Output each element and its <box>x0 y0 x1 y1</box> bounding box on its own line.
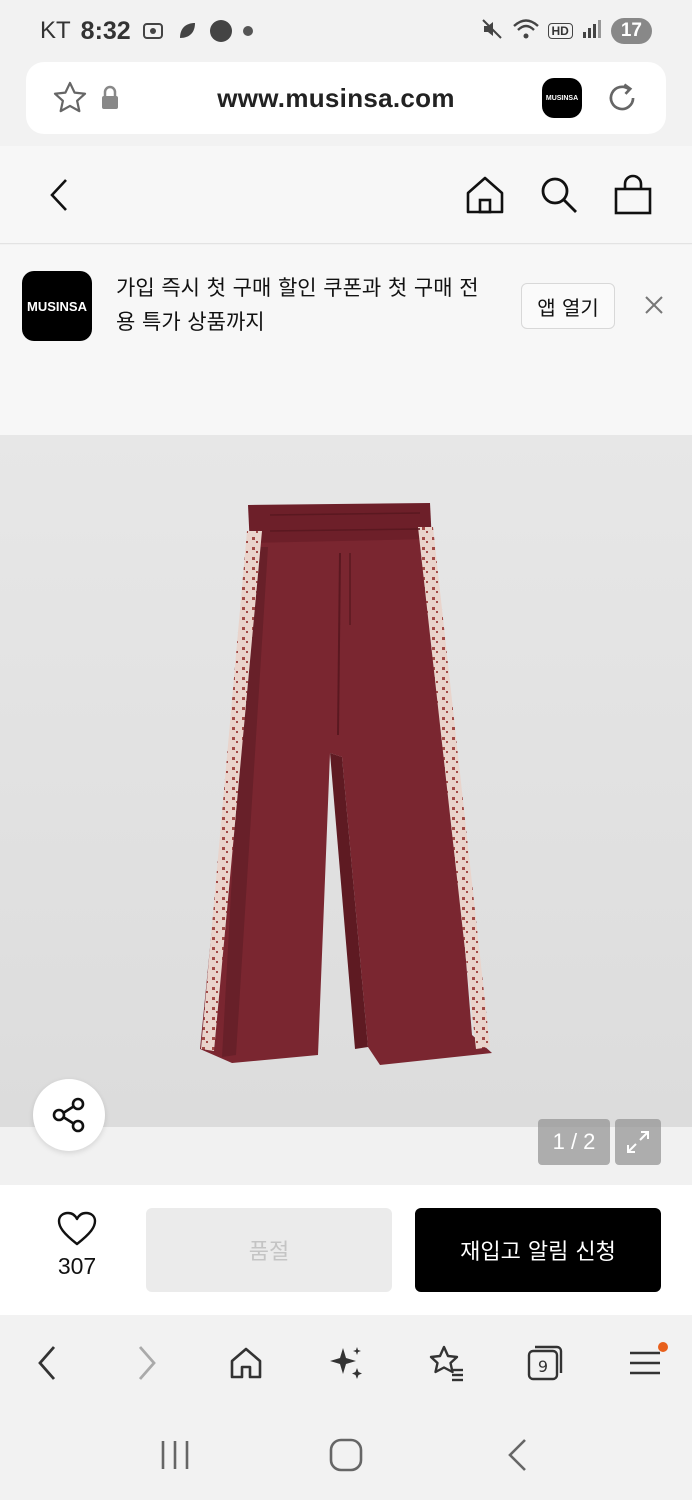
system-back-icon[interactable] <box>492 1430 542 1480</box>
home-icon[interactable] <box>464 174 506 216</box>
expand-icon <box>627 1131 649 1153</box>
site-badge[interactable]: MUSINSA <box>542 78 582 118</box>
reload-icon[interactable] <box>602 78 642 118</box>
like-count: 307 <box>57 1253 97 1279</box>
tabs-icon[interactable]: 9 <box>520 1338 570 1388</box>
browser-back-icon[interactable] <box>22 1338 72 1388</box>
recent-apps-icon[interactable] <box>150 1430 200 1480</box>
system-home-icon[interactable] <box>321 1430 371 1480</box>
hd-icon: HD <box>547 23 573 39</box>
ai-sparkle-icon[interactable] <box>321 1338 371 1388</box>
status-right: HD 17 <box>480 17 652 45</box>
battery-indicator: 17 <box>610 18 652 44</box>
carrier-label: KT <box>40 17 71 44</box>
mute-icon <box>480 17 504 45</box>
image-page-indicator: 1 / 2 <box>538 1119 610 1165</box>
status-left: KT 8:32 <box>40 17 253 46</box>
soldout-button: 품절 <box>146 1208 392 1292</box>
leaf-icon <box>175 19 199 43</box>
more-notifications-dot <box>242 26 253 36</box>
svg-text:9: 9 <box>538 1357 548 1376</box>
open-app-button[interactable]: 앱 열기 <box>521 283 615 329</box>
bookmarks-icon[interactable] <box>421 1338 471 1388</box>
clock: 8:32 <box>80 16 131 45</box>
search-icon[interactable] <box>538 174 580 216</box>
back-icon[interactable] <box>38 174 80 216</box>
browser-home-icon[interactable] <box>221 1338 271 1388</box>
app-install-banner: MUSINSA 가입 즉시 첫 구매 할인 쿠폰과 첫 구매 전용 특가 상품까… <box>0 245 692 435</box>
url-text[interactable]: www.musinsa.com <box>130 83 542 114</box>
app-logo: MUSINSA <box>22 271 92 341</box>
browser-toolbar: 9 <box>0 1315 692 1410</box>
wifi-icon <box>512 17 540 45</box>
system-navigation-bar <box>0 1410 692 1500</box>
screenshot-icon <box>141 19 165 43</box>
bookmark-star-icon[interactable] <box>50 78 90 118</box>
purchase-bar: 307 품절 재입고 알림 신청 <box>0 1185 692 1315</box>
share-button[interactable] <box>33 1079 105 1151</box>
banner-text: 가입 즉시 첫 구매 할인 쿠폰과 첫 구매 전용 특가 상품까지 <box>116 276 479 334</box>
restock-alert-button[interactable]: 재입고 알림 신청 <box>415 1208 661 1292</box>
menu-notification-dot <box>657 1341 668 1352</box>
coupang-eats-icon <box>209 19 233 43</box>
close-icon[interactable] <box>638 289 670 321</box>
expand-image-button[interactable] <box>615 1119 661 1165</box>
site-header <box>0 146 692 244</box>
browser-forward-icon[interactable] <box>122 1338 172 1388</box>
address-bar[interactable]: www.musinsa.com MUSINSA <box>26 62 666 134</box>
share-icon <box>52 1097 85 1133</box>
heart-icon <box>57 1211 97 1246</box>
product-image[interactable] <box>0 435 692 1127</box>
cart-icon[interactable] <box>612 174 654 216</box>
pants-illustration <box>200 503 492 1065</box>
signal-icon <box>581 18 603 44</box>
status-bar: KT 8:32 HD 17 <box>0 0 692 62</box>
menu-icon[interactable] <box>620 1338 670 1388</box>
lock-icon[interactable] <box>90 78 130 118</box>
header-actions <box>464 174 654 216</box>
like-button[interactable]: 307 <box>40 1211 114 1280</box>
